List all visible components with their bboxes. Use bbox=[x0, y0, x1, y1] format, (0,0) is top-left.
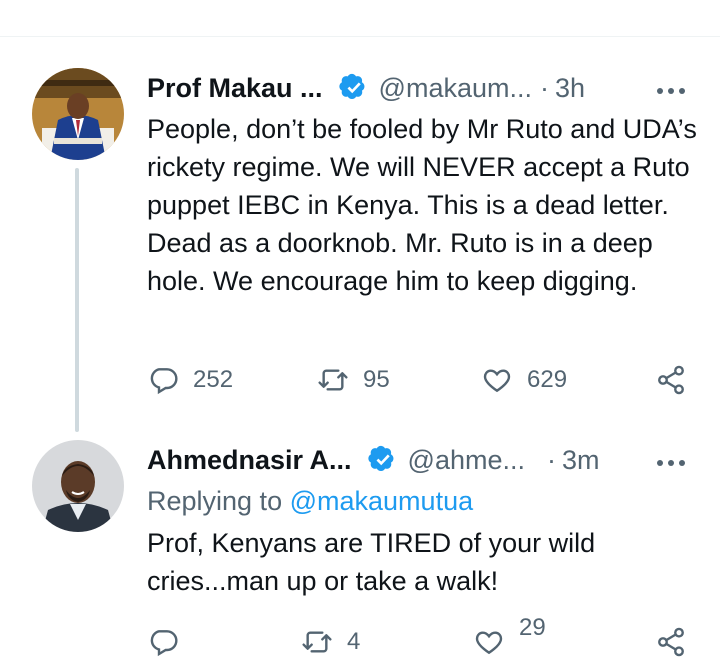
retweet-icon bbox=[302, 631, 332, 653]
thread-connector bbox=[75, 168, 79, 432]
tweet-1-text: People, don’t be fooled by Mr Ruto and U… bbox=[147, 114, 697, 296]
display-name[interactable]: Ahmednasir A... bbox=[147, 445, 352, 476]
display-name[interactable]: Prof Makau ... bbox=[147, 73, 323, 104]
handle[interactable]: @makaum... bbox=[379, 73, 532, 104]
timestamp[interactable]: 3m bbox=[562, 445, 600, 476]
replying-to-link[interactable]: @makaumutua bbox=[290, 486, 474, 516]
tweet-1-header: Prof Makau ... @makaum... · 3h bbox=[147, 68, 585, 108]
retweet-button[interactable]: 95 bbox=[317, 360, 390, 400]
reply-count: 252 bbox=[193, 366, 234, 393]
heart-icon bbox=[475, 631, 503, 655]
like-count: 29 bbox=[519, 614, 546, 641]
retweet-icon bbox=[318, 369, 348, 391]
replying-prefix: Replying to bbox=[147, 486, 283, 516]
more-icon[interactable] bbox=[656, 83, 686, 94]
retweet-button[interactable]: 4 bbox=[301, 622, 360, 662]
timestamp[interactable]: 3h bbox=[555, 73, 585, 104]
separator-dot: · bbox=[540, 72, 549, 103]
share-icon bbox=[658, 627, 684, 657]
avatar-ahmednasir[interactable] bbox=[32, 440, 124, 532]
separator-dot: · bbox=[547, 444, 556, 475]
reply-button[interactable] bbox=[147, 622, 179, 662]
reply-button[interactable]: 252 bbox=[147, 360, 233, 400]
share-icon bbox=[658, 365, 684, 395]
more-icon[interactable] bbox=[656, 455, 686, 466]
share-button[interactable] bbox=[655, 360, 687, 400]
verified-badge-icon bbox=[367, 445, 398, 475]
avatar-makau[interactable] bbox=[32, 68, 124, 160]
tweet-2-header: Ahmednasir A... @ahme... · 3m bbox=[147, 440, 600, 480]
tweet-1-actions: 252 95 629 bbox=[147, 360, 687, 400]
tweet-2-actions: 4 29 bbox=[147, 614, 687, 658]
tweet-2-text: Prof, Kenyans are TIRED of your wild cri… bbox=[147, 528, 596, 596]
reply-icon bbox=[150, 630, 178, 657]
like-count: 629 bbox=[527, 366, 568, 393]
like-button[interactable]: 29 bbox=[473, 614, 546, 662]
handle[interactable]: @ahme... bbox=[408, 445, 525, 476]
top-divider bbox=[0, 36, 720, 37]
heart-icon bbox=[483, 369, 511, 393]
verified-badge-icon bbox=[338, 73, 369, 103]
reply-icon bbox=[150, 368, 178, 395]
share-button[interactable] bbox=[655, 622, 687, 662]
replying-to: Replying to @makaumutua bbox=[147, 482, 473, 520]
retweet-count: 4 bbox=[347, 628, 361, 655]
like-button[interactable]: 629 bbox=[481, 360, 567, 400]
retweet-count: 95 bbox=[363, 366, 390, 393]
